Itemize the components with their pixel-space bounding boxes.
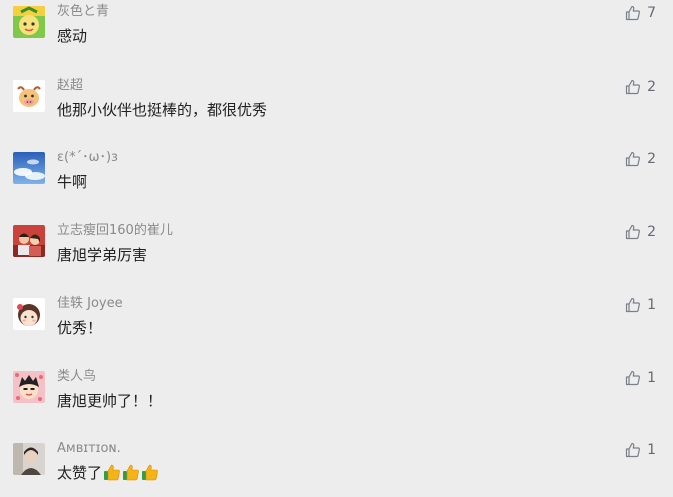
thumbs-up-emoji — [103, 463, 121, 481]
photo-couple-avatar[interactable] — [13, 225, 45, 257]
comment-content: 他那小伙伴也挺棒的，都很优秀 — [57, 101, 268, 119]
comment-content: 牛啊 — [57, 173, 88, 191]
like-button[interactable]: 1 — [625, 441, 656, 459]
like-count: 1 — [647, 442, 656, 458]
like-button[interactable]: 2 — [625, 223, 656, 241]
like-count: 7 — [647, 5, 656, 21]
comment-nickname[interactable]: 佳轶 Joyee — [57, 296, 123, 312]
thumbs-up-outline-icon — [625, 224, 641, 240]
comment-item: 灰色と青 感动 7 — [0, 0, 673, 60]
comment-text: 太赞了 — [57, 464, 103, 482]
comment-nickname[interactable]: 立志瘦回160的崔儿 — [57, 223, 173, 239]
portrait-photo-avatar[interactable] — [13, 443, 45, 475]
like-count: 2 — [647, 151, 656, 167]
like-count: 2 — [647, 79, 656, 95]
comment-content: 太赞了 — [57, 463, 159, 483]
comment-content: 感动 — [57, 27, 88, 45]
like-button[interactable]: 2 — [625, 150, 656, 168]
thumbs-up-outline-icon — [625, 151, 641, 167]
comment-content: 唐旭更帅了！！ — [57, 392, 163, 410]
comment-nickname[interactable]: 类人鸟 — [57, 369, 96, 385]
cartoon-cow-avatar[interactable] — [13, 80, 45, 112]
like-count: 2 — [647, 224, 656, 240]
cartoon-boy-avatar[interactable] — [13, 371, 45, 403]
like-count: 1 — [647, 297, 656, 313]
like-button[interactable]: 7 — [625, 4, 656, 22]
thumbs-up-outline-icon — [625, 370, 641, 386]
thumbs-up-outline-icon — [625, 297, 641, 313]
thumbs-up-outline-icon — [625, 79, 641, 95]
comment-nickname[interactable]: 灰色と青 — [57, 4, 109, 20]
cartoon-girl-avatar[interactable] — [13, 298, 45, 330]
comment-item: 类人鸟 唐旭更帅了！！ 1 — [0, 365, 673, 425]
like-count: 1 — [647, 370, 656, 386]
like-button[interactable]: 1 — [625, 369, 656, 387]
thumbs-up-emoji — [122, 463, 140, 481]
comment-item: Aᴍʙɪᴛɪᴏɴ. 太赞了 1 — [0, 437, 673, 497]
comment-nickname[interactable]: ε(*´･ω･)з — [57, 150, 118, 166]
comment-content: 唐旭学弟厉害 — [57, 246, 148, 264]
comment-item: 立志瘦回160的崔儿 唐旭学弟厉害 2 — [0, 219, 673, 279]
comment-content: 优秀！ — [57, 319, 103, 337]
comment-nickname[interactable]: Aᴍʙɪᴛɪᴏɴ. — [57, 441, 121, 457]
cartoon-fruit-avatar[interactable] — [13, 6, 45, 38]
like-button[interactable]: 1 — [625, 296, 656, 314]
comment-item: ε(*´･ω･)з 牛啊 2 — [0, 146, 673, 206]
comment-nickname[interactable]: 赵超 — [57, 78, 83, 94]
thumbs-up-outline-icon — [625, 5, 641, 21]
like-button[interactable]: 2 — [625, 78, 656, 96]
thumbs-up-outline-icon — [625, 442, 641, 458]
blue-sky-avatar[interactable] — [13, 152, 45, 184]
comment-item: 赵超 他那小伙伴也挺棒的，都很优秀 2 — [0, 74, 673, 134]
thumbs-up-emoji — [141, 463, 159, 481]
comment-item: 佳轶 Joyee 优秀！ 1 — [0, 292, 673, 352]
